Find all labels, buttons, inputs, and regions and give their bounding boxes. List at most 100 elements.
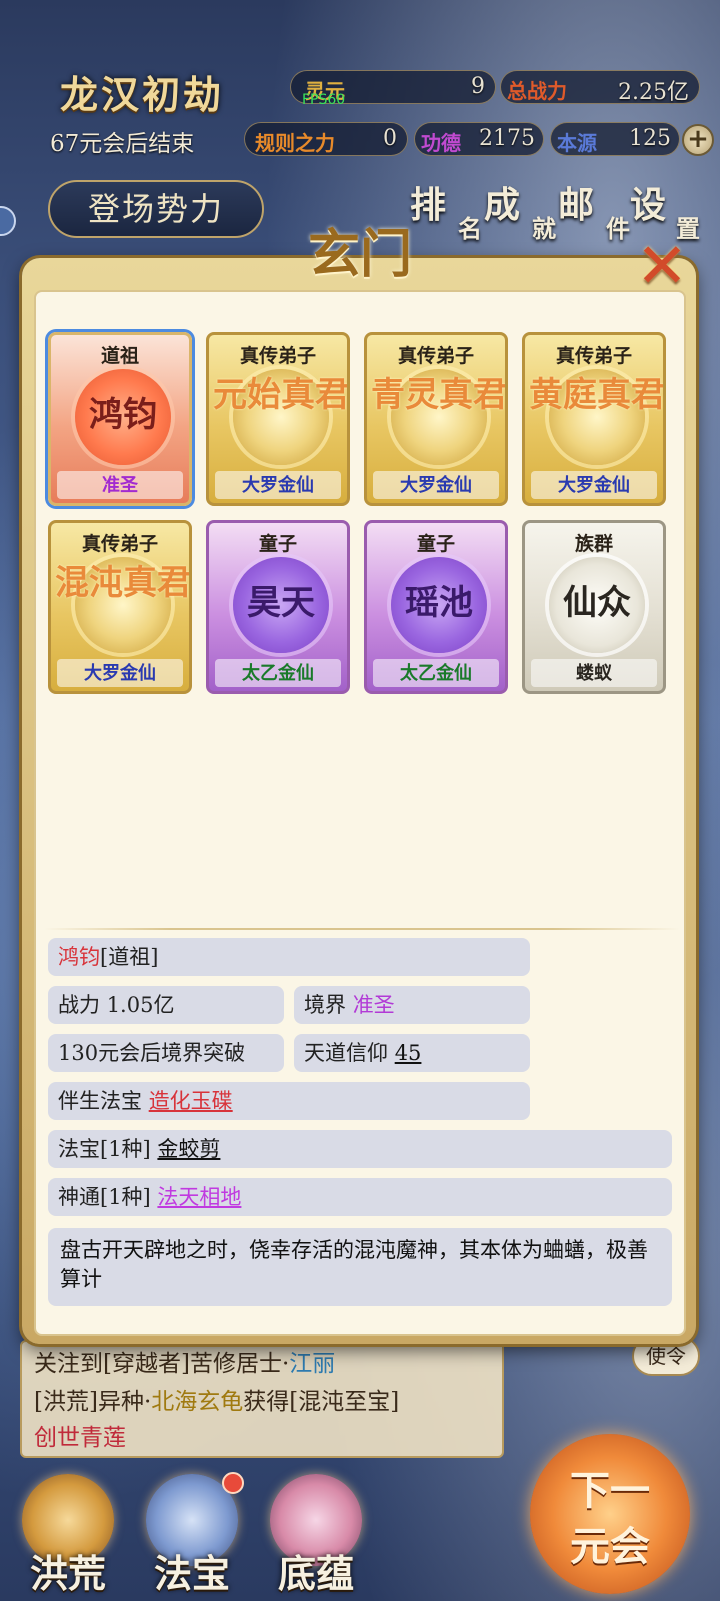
detail-name: 鸿钧 — [58, 945, 100, 969]
card-name: 混沌真君 — [55, 563, 191, 603]
power-value: 1.05亿 — [106, 993, 175, 1017]
card-name: 仙众 — [563, 583, 631, 623]
skill-label: 神通[1种] — [58, 1185, 158, 1209]
card-role: 真传弟子 — [555, 345, 632, 367]
epoch-countdown: 67元会后结束 — [50, 131, 195, 157]
card-role: 童子 — [258, 533, 297, 555]
next-era-button[interactable]: 下一 元会 — [530, 1434, 690, 1594]
card-name: 昊天 — [247, 583, 315, 623]
stat-value: 2175 — [479, 126, 535, 151]
factions-button[interactable]: 登场势力 — [48, 180, 264, 238]
realm-label: 境界 — [304, 993, 353, 1017]
member-card[interactable]: 童子 昊天 太乙金仙 — [206, 520, 350, 694]
character-description: 盘古开天辟地之时，侥幸存活的混沌魔神，其本体为蛐蟮，极善算计 — [48, 1228, 672, 1306]
detail-companion-row: 伴生法宝 造化玉碟 — [48, 1082, 530, 1120]
power-label: 战力 — [58, 993, 107, 1017]
card-rank: 准圣 — [102, 475, 138, 496]
modal-title: 玄门 — [307, 224, 412, 285]
treasure-label: 法宝[1种] — [58, 1137, 158, 1161]
detail-skill-row: 神通[1种] 法天相地 — [48, 1178, 672, 1216]
next-era-label: 元会 — [570, 1523, 650, 1570]
stat-value: 125 — [629, 126, 671, 151]
skill-link[interactable]: 法天相地 — [157, 1178, 241, 1216]
member-card[interactable]: 族群 仙众 蝼蚁 — [522, 520, 666, 694]
achievements-button[interactable]: 成 就 — [484, 176, 556, 244]
stat-bar-rule-power: 规则之力 0 — [244, 122, 408, 156]
tab-label: 法宝 — [153, 1551, 230, 1596]
stat-label: 本源 — [557, 131, 597, 155]
stat-value: 9 — [471, 74, 485, 99]
card-role: 真传弟子 — [239, 345, 316, 367]
card-rank: 大罗金仙 — [84, 663, 156, 684]
card-name: 青灵真君 — [371, 375, 507, 415]
tab-honghuang[interactable]: 洪荒 — [8, 1470, 128, 1598]
card-role: 真传弟子 — [397, 345, 474, 367]
member-card[interactable]: 童子 瑶池 太乙金仙 — [364, 520, 508, 694]
card-role: 童子 — [416, 533, 455, 555]
member-card[interactable]: 真传弟子 青灵真君 大罗金仙 — [364, 332, 508, 506]
detail-power-row: 战力 1.05亿 — [48, 986, 284, 1024]
log-name: 创世青莲 — [34, 1425, 126, 1451]
achievements-glyph: 成 — [484, 184, 521, 226]
mail-glyph-small: 件 — [606, 214, 630, 243]
add-origin-button[interactable]: + — [682, 124, 714, 156]
log-text: [洪荒]异种· — [34, 1389, 152, 1415]
realm-value: 准圣 — [352, 993, 395, 1017]
card-name: 黄庭真君 — [529, 375, 665, 415]
card-role: 族群 — [574, 533, 613, 555]
mail-button[interactable]: 邮 件 — [558, 176, 630, 244]
card-rank: 蝼蚁 — [576, 663, 612, 684]
member-card[interactable]: 真传弟子 混沌真君 大罗金仙 — [48, 520, 192, 694]
event-log: 关注到[穿越者]苦修居士·江丽 [洪荒]异种·北海玄龟获得[混沌至宝] 创世青莲 — [20, 1340, 504, 1458]
breakthrough-text: 130元会后境界突破 — [58, 1041, 246, 1065]
member-card[interactable]: 真传弟子 黄庭真君 大罗金仙 — [522, 332, 666, 506]
treasure-link[interactable]: 金蛟剪 — [157, 1130, 220, 1168]
card-role: 道祖 — [100, 345, 139, 367]
epoch-title: 龙汉初劫 — [60, 72, 225, 117]
detail-faith-row: 天道信仰 45 — [294, 1034, 530, 1072]
member-card[interactable]: 道祖 鸿钧 准圣 — [48, 332, 192, 506]
tab-label: 底蕴 — [277, 1551, 354, 1596]
card-rank: 大罗金仙 — [558, 475, 630, 496]
log-name: 北海玄龟 — [151, 1389, 244, 1415]
detail-treasure-row: 法宝[1种] 金蛟剪 — [48, 1130, 672, 1168]
tab-label: 洪荒 — [29, 1551, 106, 1596]
card-name: 鸿钧 — [89, 395, 157, 435]
card-name: 瑶池 — [405, 583, 473, 623]
notification-badge — [222, 1472, 244, 1494]
companion-label: 伴生法宝 — [58, 1089, 149, 1113]
log-text: 获得[混沌至宝] — [243, 1389, 400, 1415]
close-icon[interactable]: ✕ — [630, 235, 694, 300]
ranking-glyph-small: 名 — [458, 214, 482, 243]
card-name: 元始真君 — [213, 375, 349, 415]
stat-label: 总战力 — [507, 79, 567, 103]
stat-value: 0 — [383, 126, 397, 151]
achievements-glyph-small: 就 — [532, 214, 556, 243]
card-rank: 太乙金仙 — [242, 663, 314, 684]
stat-bar-origin: 本源 125 — [550, 122, 680, 156]
faith-value-link[interactable]: 45 — [395, 1034, 422, 1072]
member-card[interactable]: 真传弟子 元始真君 大罗金仙 — [206, 332, 350, 506]
section-divider — [44, 928, 680, 930]
detail-breakthrough-row: 130元会后境界突破 — [48, 1034, 284, 1072]
log-line: [洪荒]异种·北海玄龟获得[混沌至宝] — [34, 1382, 399, 1416]
card-role: 真传弟子 — [81, 533, 158, 555]
stat-bar-total-power: 总战力 2.25亿 — [500, 70, 700, 105]
log-line: 创世青莲 — [34, 1418, 126, 1452]
log-name: 江丽 — [289, 1351, 336, 1377]
stat-label: 功德 — [421, 131, 461, 155]
faith-label: 天道信仰 — [304, 1041, 395, 1065]
companion-treasure-link[interactable]: 造化玉碟 — [149, 1082, 233, 1120]
detail-realm-row: 境界 准圣 — [294, 986, 530, 1024]
mail-glyph: 邮 — [558, 184, 595, 226]
log-line: 关注到[穿越者]苦修居士·江丽 — [34, 1344, 335, 1378]
card-rank: 大罗金仙 — [400, 475, 472, 496]
stat-bar-merit: 功德 2175 — [414, 122, 544, 156]
fps-counter: FPS60 — [302, 92, 346, 108]
card-rank: 大罗金仙 — [242, 475, 314, 496]
stat-value: 2.25亿 — [618, 80, 689, 105]
tab-diyun[interactable]: 底蕴 — [256, 1470, 376, 1598]
detail-role: [道祖] — [100, 945, 159, 969]
log-text: 关注到[穿越者]苦修居士· — [34, 1351, 290, 1377]
detail-name-row: 鸿钧 [道祖] — [48, 938, 530, 976]
